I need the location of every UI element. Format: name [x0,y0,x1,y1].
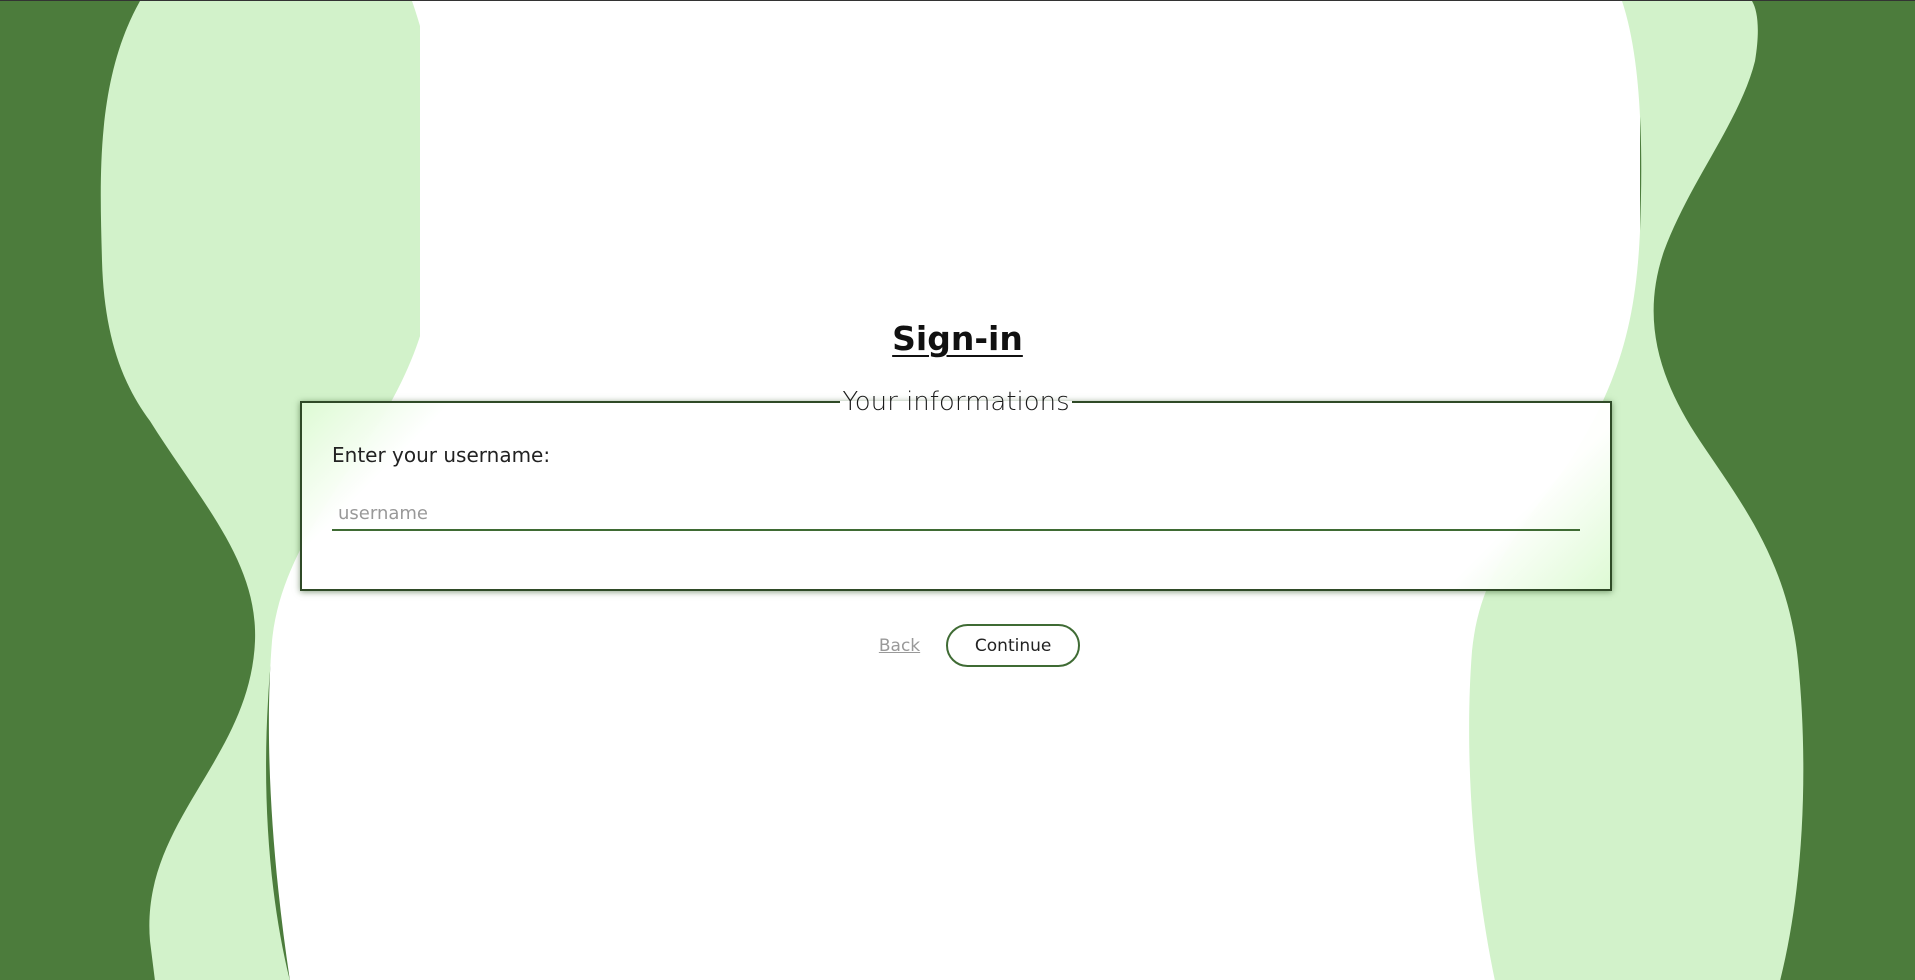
fieldset-legend: Your informations [842,387,1070,417]
sign-in-page: Sign-in Your informations Enter your use… [0,0,1915,980]
username-input[interactable] [332,497,1580,531]
username-label: Enter your username: [332,443,551,467]
continue-button[interactable]: Continue [946,624,1081,667]
page-title: Sign-in [892,319,1023,358]
form-actions: Back Continue [0,624,1915,667]
back-link[interactable]: Back [879,636,920,656]
user-info-fieldset: Your informations Enter your username: [300,387,1612,591]
